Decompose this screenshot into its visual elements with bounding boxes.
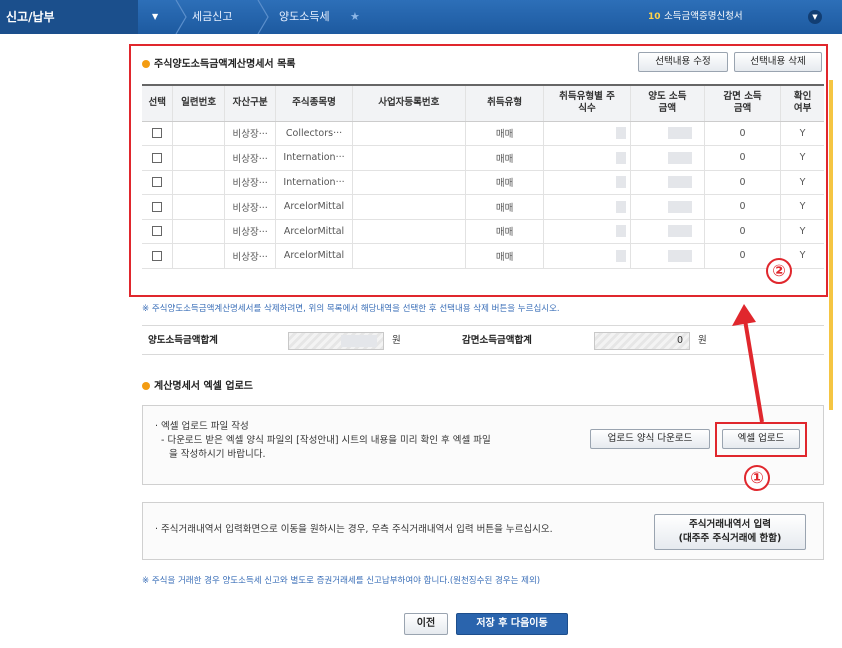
- section-dot-icon: [142, 382, 150, 390]
- transfer-total-unit: 원: [392, 335, 401, 346]
- annotation-highlight-list: [129, 44, 828, 297]
- nav-home-menu[interactable]: 신고/납부: [0, 0, 138, 34]
- upload-section-title: 계산명세서 엑셀 업로드: [142, 377, 253, 392]
- breadcrumb-separator-icon: [257, 0, 269, 34]
- annotation-arrow-icon: [732, 304, 764, 423]
- chevron-down-icon[interactable]: ▼: [808, 10, 822, 24]
- upload-instruction-2: - 다운로드 받은 엑셀 양식 파일의 [작성안내] 시트의 내용을 미리 확인…: [161, 435, 491, 446]
- breadcrumb-tax-filing[interactable]: 세금신고: [192, 0, 232, 34]
- favorite-star-icon[interactable]: ★: [350, 0, 360, 34]
- upload-instruction-1: · 엑셀 업로드 파일 작성: [155, 421, 249, 432]
- reduce-total-unit: 원: [698, 335, 707, 346]
- save-next-button[interactable]: 저장 후 다음이동: [456, 613, 568, 635]
- previous-button[interactable]: 이전: [404, 613, 448, 635]
- upload-instruction-3: 을 작성하시기 바랍니다.: [169, 449, 266, 460]
- annotation-step-1: ①: [744, 465, 770, 491]
- side-accent-bar: [829, 80, 833, 410]
- securities-tax-note: ※ 주식을 거래한 경우 양도소득세 신고와 별도로 증권거래세를 신고납부하여…: [142, 576, 541, 586]
- stock-trade-input-button[interactable]: 주식거래내역서 입력 (대주주 주식거래에 한함): [654, 514, 806, 550]
- quick-menu-label[interactable]: 소득금액증명신청서: [664, 0, 743, 34]
- transfer-total-label: 양도소득금액합계: [148, 335, 218, 346]
- transfer-total-value: [288, 332, 384, 350]
- annotation-step-2: ②: [766, 258, 792, 284]
- trade-instruction: · 주식거래내역서 입력화면으로 이동을 원하시는 경우, 우측 주식거래내역서…: [155, 524, 553, 535]
- chevron-down-icon[interactable]: ▼: [152, 0, 158, 34]
- reduce-total-label: 감면소득금액합계: [462, 335, 532, 346]
- reduce-total-value: 0: [594, 332, 690, 350]
- breadcrumb-capital-gains-tax[interactable]: 양도소득세: [279, 0, 330, 34]
- breadcrumb-separator-icon: [175, 0, 187, 34]
- quick-menu-number: 10: [648, 12, 661, 22]
- top-navigation-bar: 신고/납부 ▼ 세금신고 양도소득세 ★ 10 소득금액증명신청서 ▼: [0, 0, 842, 34]
- delete-instruction-note: ※ 주식양도소득금액계산명세서를 삭제하려면, 위의 목록에서 해당내역을 선택…: [142, 304, 560, 314]
- download-template-button[interactable]: 업로드 양식 다운로드: [590, 429, 710, 449]
